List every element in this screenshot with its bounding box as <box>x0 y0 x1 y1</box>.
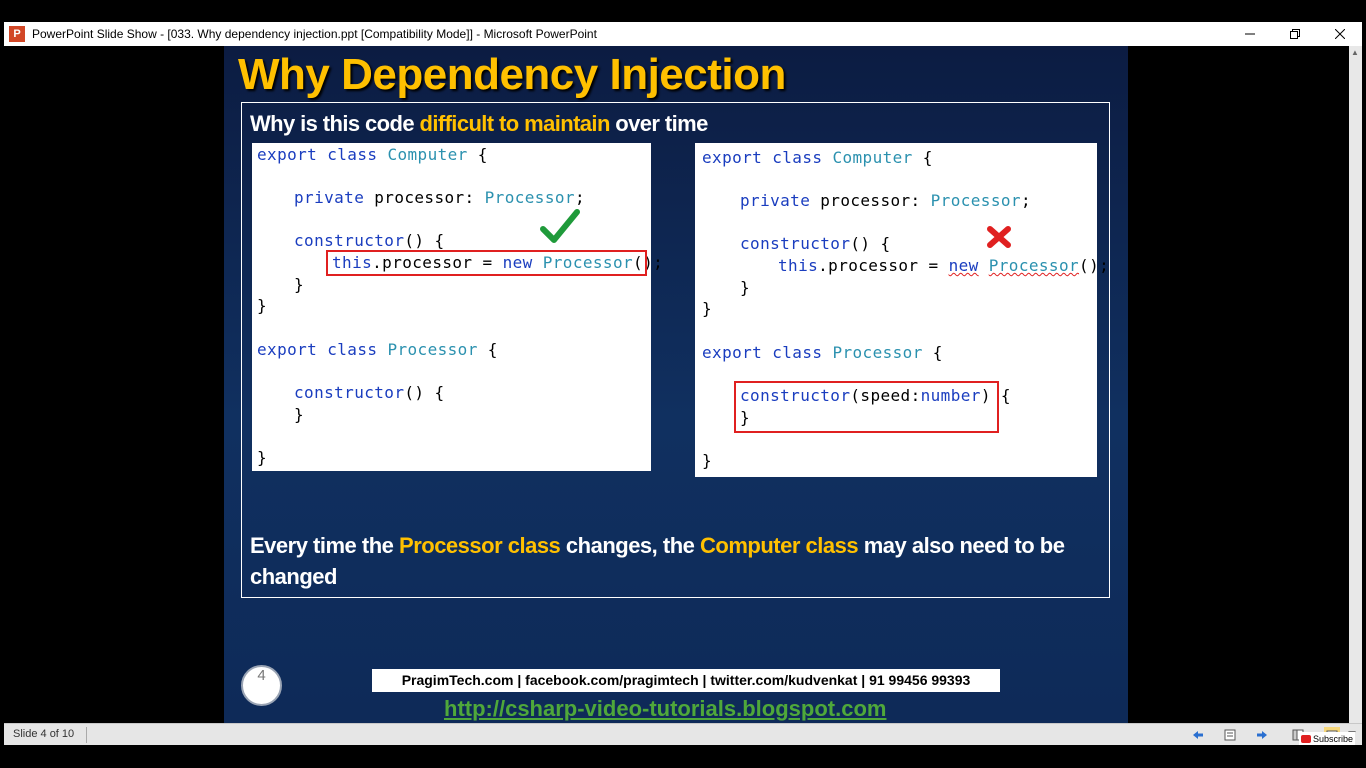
youtube-icon <box>1301 734 1311 743</box>
window-controls <box>1227 22 1362 46</box>
code-line: export class Processor { <box>702 343 943 362</box>
status-bar: Slide 4 of 10 Subscribe <box>4 723 1362 745</box>
subscribe-label: Subscribe <box>1313 733 1354 744</box>
restore-icon <box>1289 29 1300 39</box>
code-line: private processor: Processor; <box>740 191 1031 210</box>
restore-button[interactable] <box>1272 22 1317 46</box>
code-line: } <box>257 448 268 467</box>
slide-number-badge: 4 <box>241 665 282 706</box>
previous-slide-button[interactable] <box>1190 727 1206 743</box>
statement-text: Every time the Processor class changes, … <box>250 533 1065 589</box>
code-line: constructor() { <box>740 234 891 253</box>
question-text: Why is this code difficult to maintain o… <box>250 111 708 136</box>
code-line: constructor() { <box>294 231 445 250</box>
slide-menu-button[interactable] <box>1222 727 1238 743</box>
code-line: } <box>294 275 305 294</box>
code-line: this.processor = new Processor(); <box>778 256 1110 275</box>
close-button[interactable] <box>1317 22 1362 46</box>
footer-contact-bar: PragimTech.com | facebook.com/pragimtech… <box>372 669 1000 692</box>
window-title: PowerPoint Slide Show - [033. Why depend… <box>32 27 597 41</box>
slide-title: Why Dependency Injection <box>238 50 786 99</box>
code-line: export class Computer { <box>257 145 488 164</box>
close-icon <box>1334 29 1345 39</box>
status-divider <box>86 727 87 743</box>
powerpoint-app-icon[interactable]: P <box>9 26 25 42</box>
code-line: } <box>702 451 713 470</box>
code-line: } <box>257 296 268 315</box>
window-title-bar: P PowerPoint Slide Show - [033. Why depe… <box>4 22 1362 46</box>
checkmark-icon <box>540 209 580 243</box>
code-line: export class Processor { <box>257 340 498 359</box>
vertical-scrollbar[interactable]: ▲ <box>1349 46 1362 723</box>
arrow-left-icon <box>1193 731 1203 739</box>
slide-indicator: Slide 4 of 10 <box>13 728 75 740</box>
highlight-box-constructor <box>734 381 999 433</box>
right-code-panel: export class Computer { private processo… <box>695 143 1109 477</box>
minimize-icon <box>1244 33 1255 35</box>
code-line: export class Computer { <box>702 148 933 167</box>
scroll-up-icon[interactable]: ▲ <box>1351 48 1359 57</box>
slide: Why Dependency Injection Why is this cod… <box>224 46 1128 723</box>
subscribe-watermark[interactable]: Subscribe <box>1299 732 1356 745</box>
minimize-button[interactable] <box>1227 22 1272 46</box>
code-line: constructor() { <box>294 383 445 402</box>
next-slide-button[interactable] <box>1254 727 1270 743</box>
arrow-right-icon <box>1257 731 1267 739</box>
code-line: } <box>740 278 751 297</box>
footer-url-link[interactable]: http://csharp-video-tutorials.blogspot.c… <box>444 696 886 722</box>
content-box: Why is this code difficult to maintain o… <box>241 102 1110 598</box>
code-line: } <box>294 405 305 424</box>
highlight-box-new-processor <box>326 250 647 276</box>
menu-icon <box>1224 729 1236 741</box>
code-line: } <box>702 299 713 318</box>
code-line: private processor: Processor; <box>294 188 585 207</box>
cross-icon <box>987 226 1011 248</box>
left-code-panel: export class Computer { private processo… <box>252 143 663 471</box>
